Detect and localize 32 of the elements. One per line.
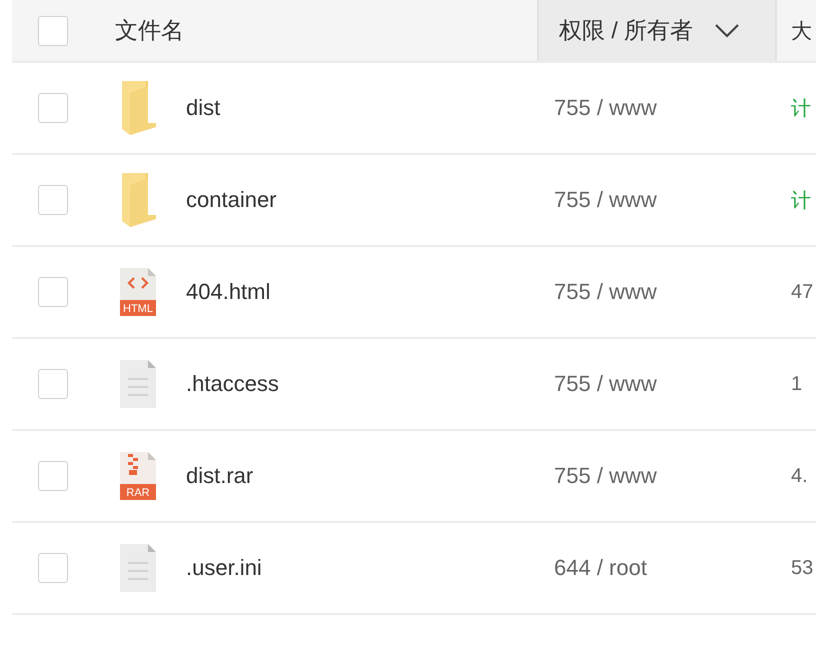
row-checkbox[interactable] <box>38 185 68 215</box>
row-checkbox[interactable] <box>38 461 68 491</box>
folder-icon <box>120 79 158 137</box>
file-name[interactable]: .htaccess <box>186 371 279 397</box>
file-name[interactable]: container <box>186 187 277 213</box>
archive-file-icon: RAR <box>120 452 158 500</box>
file-size: 4. <box>791 464 808 488</box>
row-checkbox[interactable] <box>38 277 68 307</box>
permission-owner[interactable]: 644 / root <box>537 555 647 581</box>
column-header[interactable]: 大 <box>791 16 812 44</box>
file-name[interactable]: 404.html <box>186 279 270 305</box>
document-icon <box>120 360 158 408</box>
row-checkbox[interactable] <box>38 553 68 583</box>
permission-owner[interactable]: 755 / www <box>537 463 657 489</box>
file-name[interactable]: dist <box>186 95 220 121</box>
file-name[interactable]: dist.rar <box>186 463 254 489</box>
chevron-down-icon[interactable] <box>715 24 740 38</box>
folder-icon <box>120 171 158 229</box>
file-name[interactable]: .user.ini <box>186 555 262 581</box>
column-header[interactable]: 文件名 <box>115 15 184 46</box>
permission-owner[interactable]: 755 / www <box>537 371 657 397</box>
document-icon <box>120 544 158 592</box>
html-file-icon: HTML <box>120 268 158 316</box>
permission-owner[interactable]: 755 / www <box>537 279 657 305</box>
permission-owner[interactable]: 755 / www <box>537 187 657 213</box>
permission-owner[interactable]: 755 / www <box>537 95 657 121</box>
row-checkbox[interactable] <box>38 93 68 123</box>
row-checkbox[interactable] <box>38 369 68 399</box>
select-all-checkbox[interactable] <box>38 16 68 46</box>
file-size: 53 <box>791 556 814 580</box>
file-size: 1 <box>791 372 802 396</box>
file-size: 47 <box>791 280 814 304</box>
